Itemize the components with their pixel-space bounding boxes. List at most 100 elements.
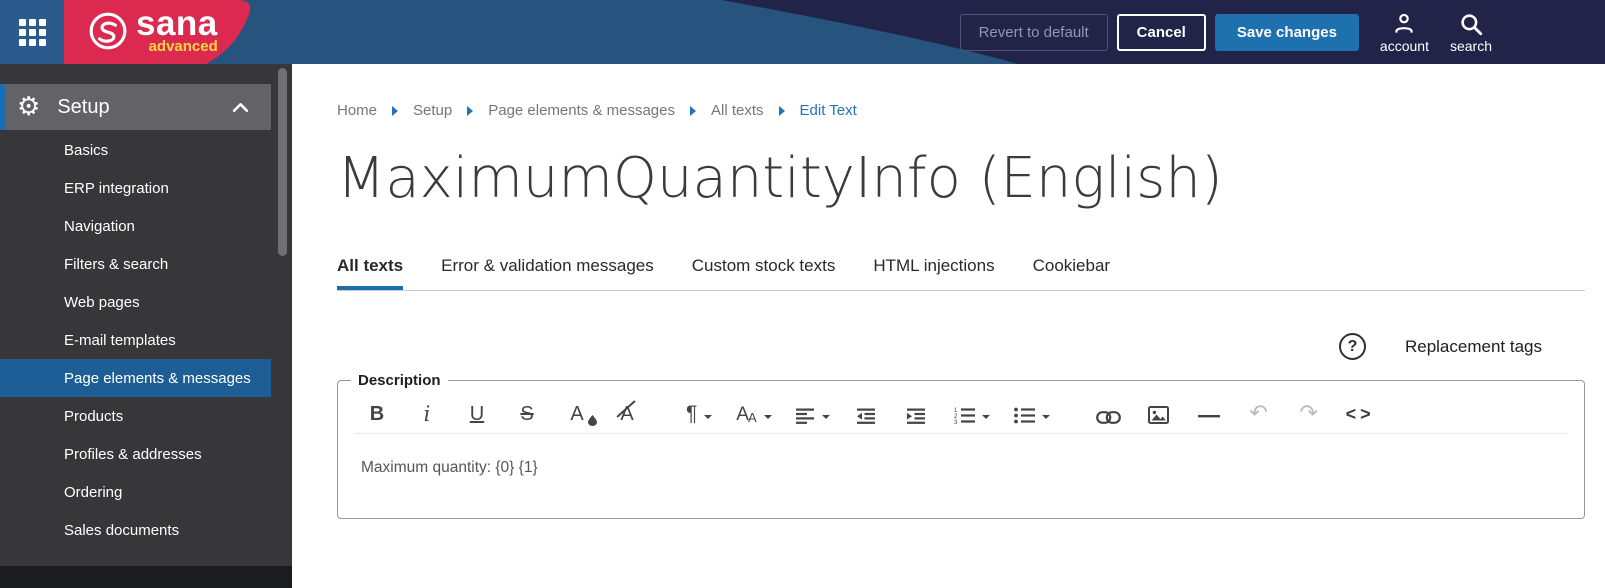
sidebar-item-navigation[interactable]: Navigation — [0, 207, 271, 245]
align-button[interactable] — [795, 395, 830, 427]
strikethrough-button[interactable]: S — [514, 395, 540, 427]
caret-down-icon — [981, 415, 990, 419]
breadcrumb: Home Setup Page elements & messages All … — [337, 102, 1585, 119]
ordered-list-icon: 1 2 3 — [954, 408, 975, 424]
sidebar-item-products[interactable]: Products — [0, 397, 271, 435]
sidebar-item-erp-integration[interactable]: ERP integration — [0, 169, 271, 207]
horizontal-line-icon — [1197, 415, 1220, 418]
replacement-tags-link[interactable]: Replacement tags — [1405, 337, 1542, 357]
align-left-icon — [795, 408, 814, 424]
replacement-tags-row: ? Replacement tags — [337, 333, 1585, 360]
breadcrumb-arrow-icon — [392, 105, 399, 116]
search-label: search — [1449, 37, 1492, 54]
caret-down-icon — [821, 415, 830, 419]
code-view-button[interactable]: <> — [1346, 395, 1375, 427]
sidebar-item-filters-search[interactable]: Filters & search — [0, 245, 271, 283]
italic-button[interactable]: i — [414, 395, 440, 427]
apps-grid-icon — [18, 18, 46, 46]
sidebar: ⚙ Setup Basics ERP integration Navigatio… — [0, 64, 292, 566]
sidebar-item-basics[interactable]: Basics — [0, 131, 271, 169]
help-question-icon[interactable]: ? — [1338, 333, 1366, 360]
brand-tagline: advanced — [148, 38, 218, 55]
image-icon — [1148, 406, 1170, 424]
undo-button[interactable]: ↶ — [1246, 395, 1272, 427]
editor-text-area[interactable]: Maximum quantity: {0} {1} — [338, 434, 1584, 534]
editor-toolbar: B i U S A A ¶ A A 1 2 3 ↶ ↷ <> — [338, 389, 1584, 433]
bold-icon: B — [369, 403, 385, 425]
account-label: account — [1379, 37, 1429, 54]
breadcrumb-all-texts[interactable]: All texts — [711, 102, 764, 119]
tab-bar: All texts Error & validation messages Cu… — [337, 256, 1585, 291]
top-bar: sana advanced Revert to default Cancel S… — [0, 0, 1605, 64]
app-launcher-button[interactable] — [0, 0, 64, 64]
sidebar-item-sales-documents[interactable]: Sales documents — [0, 511, 271, 549]
sidebar-menu: Basics ERP integration Navigation Filter… — [0, 131, 271, 549]
tab-error-validation-messages[interactable]: Error & validation messages — [441, 256, 654, 290]
horizontal-line-button[interactable] — [1196, 395, 1222, 427]
description-legend: Description — [358, 372, 441, 389]
page-title: MaximumQuantityInfo (English) — [337, 146, 1223, 211]
tab-html-injections[interactable]: HTML injections — [873, 256, 994, 290]
paragraph-style-button[interactable]: ¶ — [686, 395, 713, 427]
clear-format-button[interactable]: A — [614, 395, 640, 427]
search-button[interactable]: search — [1450, 11, 1492, 54]
indent-icon — [907, 408, 926, 424]
outdent-button[interactable] — [854, 395, 880, 427]
tab-all-texts[interactable]: All texts — [337, 256, 404, 290]
breadcrumb-home[interactable]: Home — [337, 102, 377, 119]
text-color-icon: A — [570, 403, 584, 425]
sidebar-section-label: Setup — [57, 95, 110, 118]
brand-name: sana — [136, 4, 218, 43]
svg-text:3: 3 — [954, 420, 958, 424]
outdent-icon — [857, 408, 876, 424]
account-icon — [1395, 13, 1414, 33]
paragraph-icon: ¶ — [686, 402, 698, 425]
sidebar-footer-strip — [0, 566, 292, 588]
breadcrumb-setup[interactable]: Setup — [413, 102, 452, 119]
sidebar-item-web-pages[interactable]: Web pages — [0, 283, 271, 321]
sidebar-section-setup[interactable]: ⚙ Setup — [0, 84, 271, 130]
search-icon — [1461, 13, 1483, 35]
link-icon — [1096, 411, 1122, 424]
breadcrumb-arrow-icon — [778, 105, 785, 116]
tab-custom-stock-texts[interactable]: Custom stock texts — [692, 256, 836, 290]
account-button[interactable]: account — [1380, 11, 1429, 54]
code-icon: <> — [1345, 404, 1375, 424]
caret-down-icon — [1041, 415, 1050, 419]
font-size-button[interactable]: A A — [736, 395, 772, 427]
sidebar-item-profiles-addresses[interactable]: Profiles & addresses — [0, 435, 271, 473]
sidebar-scrollbar[interactable] — [278, 68, 287, 256]
breadcrumb-arrow-icon — [690, 105, 696, 116]
underline-icon: U — [469, 403, 485, 425]
color-droplet-icon — [588, 415, 597, 426]
indent-button[interactable] — [904, 395, 930, 427]
breadcrumb-current: Edit Text — [799, 102, 857, 119]
brand-logo[interactable]: sana advanced — [88, 4, 218, 55]
gear-icon: ⚙ — [17, 92, 41, 122]
unordered-list-button[interactable] — [1013, 395, 1050, 427]
italic-icon: i — [423, 402, 431, 426]
cancel-button[interactable]: Cancel — [1116, 13, 1206, 51]
text-color-button[interactable]: A — [564, 395, 597, 427]
underline-button[interactable]: U — [464, 395, 490, 427]
sidebar-item-page-elements-messages[interactable]: Page elements & messages — [0, 359, 271, 397]
bold-button[interactable]: B — [364, 395, 390, 427]
ordered-list-button[interactable]: 1 2 3 — [954, 395, 990, 427]
redo-button[interactable]: ↷ — [1296, 395, 1322, 427]
undo-icon: ↶ — [1249, 401, 1268, 426]
tab-cookiebar[interactable]: Cookiebar — [1033, 256, 1111, 290]
unordered-list-icon — [1013, 407, 1035, 424]
sana-logo-icon — [89, 12, 127, 50]
redo-icon: ↷ — [1299, 401, 1318, 426]
insert-link-button[interactable] — [1096, 395, 1122, 427]
sidebar-item-email-templates[interactable]: E-mail templates — [0, 321, 271, 359]
strikethrough-icon: S — [520, 403, 534, 425]
sidebar-item-ordering[interactable]: Ordering — [0, 473, 271, 511]
chevron-up-icon — [232, 102, 249, 112]
insert-image-button[interactable] — [1146, 395, 1172, 427]
revert-to-default-button[interactable]: Revert to default — [959, 13, 1108, 51]
save-changes-button[interactable]: Save changes — [1214, 13, 1359, 51]
caret-down-icon — [704, 415, 713, 419]
caret-down-icon — [763, 415, 772, 419]
breadcrumb-page-elements[interactable]: Page elements & messages — [488, 102, 675, 119]
